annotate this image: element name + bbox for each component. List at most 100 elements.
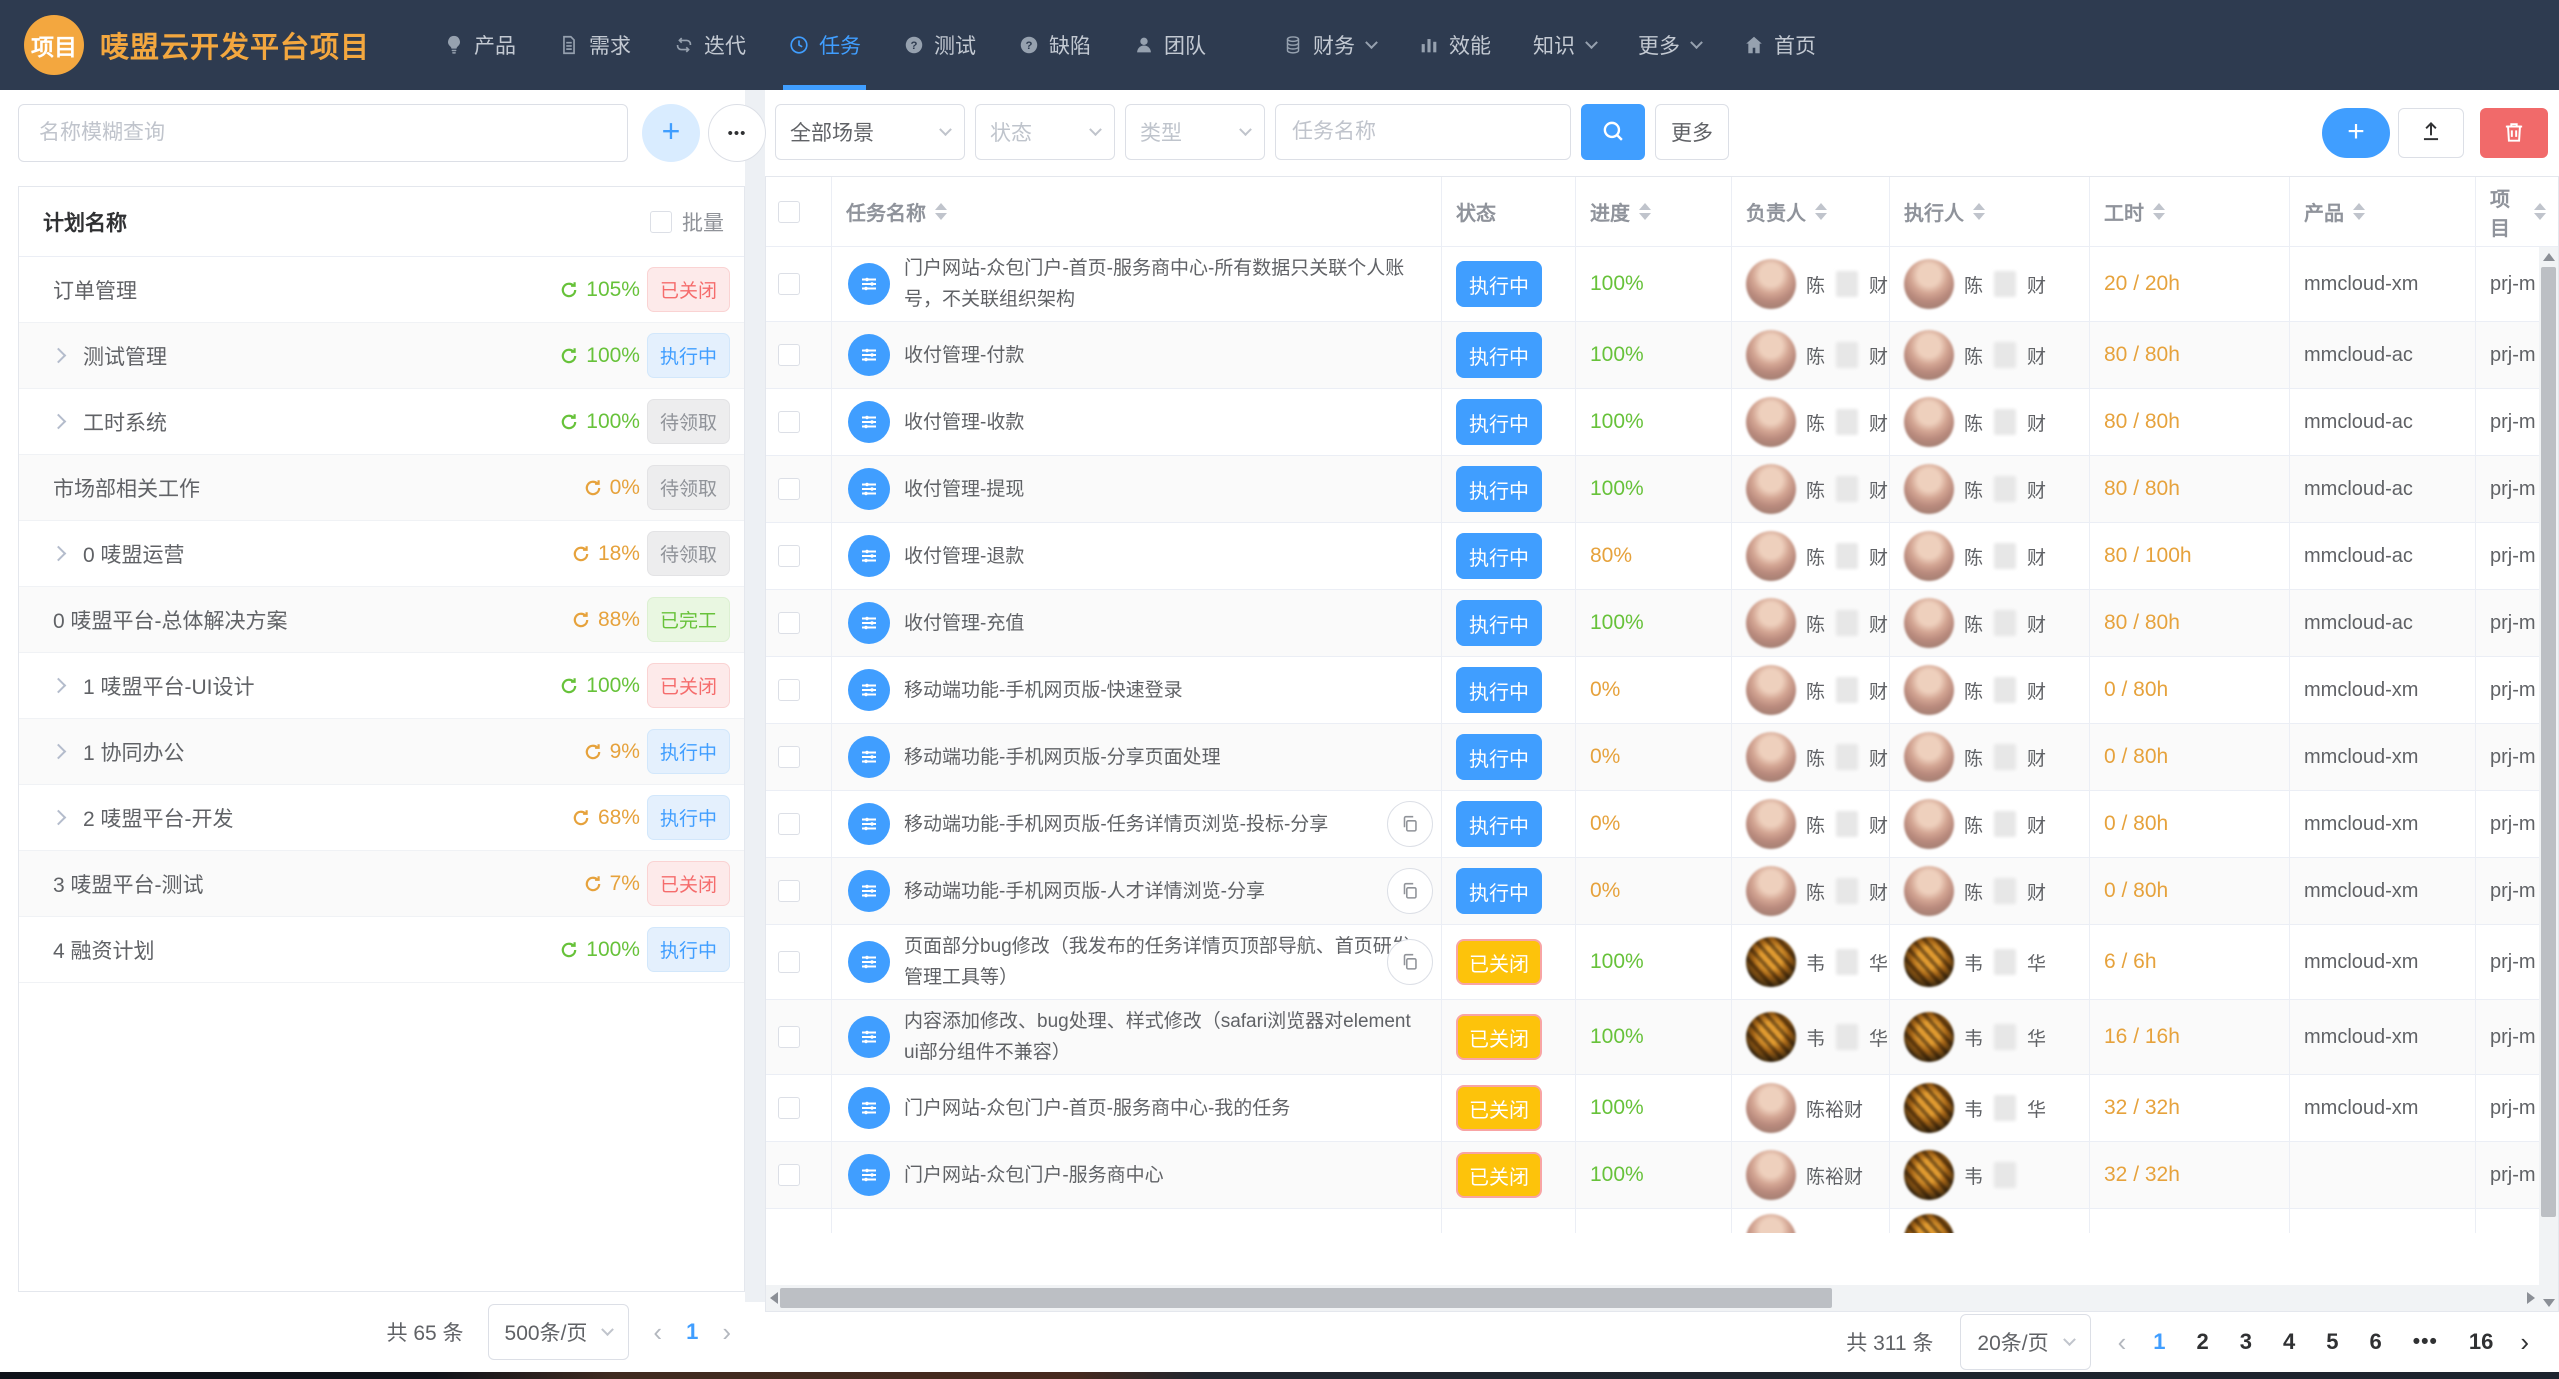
plan-more-button[interactable] xyxy=(708,104,766,162)
copy-button[interactable] xyxy=(1387,939,1433,985)
sort-asc-icon[interactable] xyxy=(1815,203,1827,210)
plan-row[interactable]: 工时系统100%待领取 xyxy=(19,389,744,455)
task-row[interactable] xyxy=(766,1209,2558,1233)
nav-item-more[interactable]: 更多 xyxy=(1617,0,1722,90)
page-number-button[interactable]: 1 xyxy=(2153,1329,2165,1355)
sort-desc-icon[interactable] xyxy=(2534,213,2546,220)
copy-button[interactable] xyxy=(1387,801,1433,847)
plan-row[interactable]: 测试管理100%执行中 xyxy=(19,323,744,389)
nav-item-finance[interactable]: 财务 xyxy=(1261,0,1397,90)
task-row[interactable]: 移动端功能-手机网页版-分享页面处理执行中0%陈财陈财0 / 80hmmclou… xyxy=(766,724,2558,791)
sort-icon[interactable] xyxy=(1973,203,1985,220)
row-checkbox[interactable] xyxy=(778,1097,800,1119)
more-filters-button[interactable]: 更多 xyxy=(1655,104,1729,160)
sort-icon[interactable] xyxy=(935,203,947,220)
add-task-button[interactable] xyxy=(2322,108,2390,158)
chevron-right-icon[interactable] xyxy=(51,810,67,826)
row-checkbox[interactable] xyxy=(778,880,800,902)
sort-icon[interactable] xyxy=(1639,203,1651,220)
sort-asc-icon[interactable] xyxy=(1973,203,1985,210)
page-number-button[interactable]: 4 xyxy=(2283,1329,2295,1355)
sort-desc-icon[interactable] xyxy=(2353,213,2365,220)
batch-checkbox[interactable] xyxy=(650,211,672,233)
sort-icon[interactable] xyxy=(1815,203,1827,220)
nav-item-requirement[interactable]: 需求 xyxy=(537,0,652,90)
scene-select[interactable]: 全部场景 xyxy=(775,104,965,160)
vertical-scrollbar-thumb[interactable] xyxy=(2541,267,2556,1217)
chevron-right-icon[interactable] xyxy=(51,348,67,364)
sort-desc-icon[interactable] xyxy=(1639,213,1651,220)
sort-desc-icon[interactable] xyxy=(1815,213,1827,220)
more-pages-button[interactable]: ••• xyxy=(2413,1330,2438,1354)
chevron-right-icon[interactable] xyxy=(51,678,67,694)
plan-next-page-button[interactable]: › xyxy=(722,1319,731,1345)
nav-item-defect[interactable]: ?缺陷 xyxy=(997,0,1112,90)
scroll-down-arrow[interactable] xyxy=(2543,1299,2555,1307)
sort-asc-icon[interactable] xyxy=(1639,203,1651,210)
plan-prev-page-button[interactable]: ‹ xyxy=(653,1319,662,1345)
upload-button[interactable] xyxy=(2398,108,2464,158)
page-number-button[interactable]: 16 xyxy=(2469,1329,2493,1355)
task-row[interactable]: 门户网站-众包门户-首页-服务商中心-所有数据只关联个人账号，不关联组织架构执行… xyxy=(766,247,2558,322)
task-prev-page-button[interactable]: ‹ xyxy=(2118,1329,2127,1355)
status-select[interactable]: 状态 xyxy=(975,104,1115,160)
row-checkbox[interactable] xyxy=(778,679,800,701)
row-checkbox[interactable] xyxy=(778,411,800,433)
plan-page-number[interactable]: 1 xyxy=(686,1319,698,1345)
nav-item-iteration[interactable]: 迭代 xyxy=(652,0,767,90)
plan-row[interactable]: 2 唛盟平台-开发68%执行中 xyxy=(19,785,744,851)
plan-row[interactable]: 订单管理105%已关闭 xyxy=(19,257,744,323)
row-checkbox[interactable] xyxy=(778,273,800,295)
row-checkbox[interactable] xyxy=(778,1026,800,1048)
select-all-checkbox[interactable] xyxy=(778,201,800,223)
task-page-size-select[interactable]: 20条/页 xyxy=(1960,1314,2090,1370)
task-row[interactable]: 收付管理-提现执行中100%陈财陈财80 / 80hmmcloud-acprj-… xyxy=(766,456,2558,523)
nav-item-performance[interactable]: 效能 xyxy=(1397,0,1512,90)
sort-desc-icon[interactable] xyxy=(935,213,947,220)
plan-row[interactable]: 4 融资计划100%执行中 xyxy=(19,917,744,983)
task-next-page-button[interactable]: › xyxy=(2520,1329,2529,1355)
add-plan-button[interactable] xyxy=(642,104,700,162)
nav-item-test[interactable]: ?测试 xyxy=(882,0,997,90)
scroll-left-arrow[interactable] xyxy=(770,1292,778,1304)
chevron-right-icon[interactable] xyxy=(51,414,67,430)
sort-icon[interactable] xyxy=(2353,203,2365,220)
nav-item-task[interactable]: 任务 xyxy=(767,0,882,90)
row-checkbox[interactable] xyxy=(778,1164,800,1186)
plan-row[interactable]: 0 唛盟运营18%待领取 xyxy=(19,521,744,587)
sort-desc-icon[interactable] xyxy=(2153,213,2165,220)
task-row[interactable]: 门户网站-众包门户-服务商中心已关闭100%陈裕财韦32 / 32hprj-m xyxy=(766,1142,2558,1209)
row-checkbox[interactable] xyxy=(778,951,800,973)
nav-item-home[interactable]: 首页 xyxy=(1722,0,1837,90)
sort-asc-icon[interactable] xyxy=(935,203,947,210)
page-number-button[interactable]: 3 xyxy=(2240,1329,2252,1355)
chevron-right-icon[interactable] xyxy=(51,744,67,760)
task-row[interactable]: 收付管理-充值执行中100%陈财陈财80 / 80hmmcloud-acprj-… xyxy=(766,590,2558,657)
delete-button[interactable] xyxy=(2480,108,2548,158)
plan-page-size-select[interactable]: 500条/页 xyxy=(488,1304,630,1360)
nav-item-product[interactable]: 产品 xyxy=(422,0,537,90)
type-select[interactable]: 类型 xyxy=(1125,104,1265,160)
plan-row[interactable]: 1 唛盟平台-UI设计100%已关闭 xyxy=(19,653,744,719)
task-row[interactable]: 收付管理-收款执行中100%陈财陈财80 / 80hmmcloud-acprj-… xyxy=(766,389,2558,456)
task-row[interactable]: 门户网站-众包门户-首页-服务商中心-我的任务已关闭100%陈裕财韦华32 / … xyxy=(766,1075,2558,1142)
sort-icon[interactable] xyxy=(2153,203,2165,220)
sort-asc-icon[interactable] xyxy=(2353,203,2365,210)
page-number-button[interactable]: 2 xyxy=(2197,1329,2209,1355)
row-checkbox[interactable] xyxy=(778,612,800,634)
task-row[interactable]: 移动端功能-手机网页版-人才详情浏览-分享执行中0%陈财陈财0 / 80hmmc… xyxy=(766,858,2558,925)
row-checkbox[interactable] xyxy=(778,478,800,500)
nav-item-knowledge[interactable]: 知识 xyxy=(1512,0,1617,90)
scroll-right-arrow[interactable] xyxy=(2527,1292,2535,1304)
task-row[interactable]: 移动端功能-手机网页版-任务详情页浏览-投标-分享执行中0%陈财陈财0 / 80… xyxy=(766,791,2558,858)
row-checkbox[interactable] xyxy=(778,344,800,366)
search-button[interactable] xyxy=(1581,104,1645,160)
copy-button[interactable] xyxy=(1387,868,1433,914)
task-row[interactable]: 内容添加修改、bug处理、样式修改（safari浏览器对element ui部分… xyxy=(766,1000,2558,1075)
task-row[interactable]: 页面部分bug修改（我发布的任务详情页顶部导航、首页研发管理工具等）已关闭100… xyxy=(766,925,2558,1000)
plan-search-input[interactable] xyxy=(18,104,628,162)
plan-row[interactable]: 0 唛盟平台-总体解决方案88%已完工 xyxy=(19,587,744,653)
task-row[interactable]: 收付管理-退款执行中80%陈财陈财80 / 100hmmcloud-acprj-… xyxy=(766,523,2558,590)
row-checkbox[interactable] xyxy=(778,545,800,567)
sort-icon[interactable] xyxy=(2534,203,2546,220)
